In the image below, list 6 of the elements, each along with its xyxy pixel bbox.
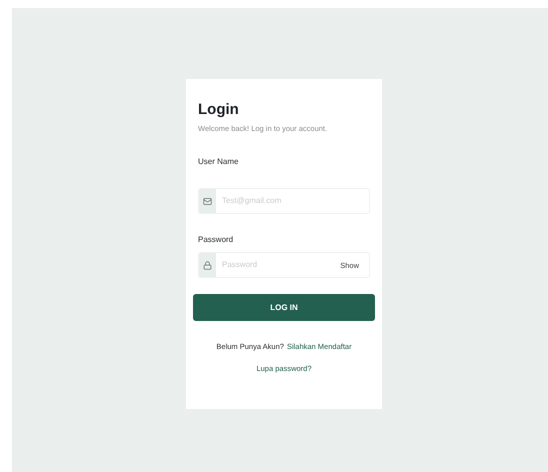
login-button[interactable]: LOG IN xyxy=(193,294,375,322)
lock-icon xyxy=(203,260,212,270)
field-label: Password xyxy=(198,234,234,246)
login-title: Login xyxy=(198,101,240,119)
field-label: User Name xyxy=(198,156,240,168)
mail-icon xyxy=(203,196,212,206)
